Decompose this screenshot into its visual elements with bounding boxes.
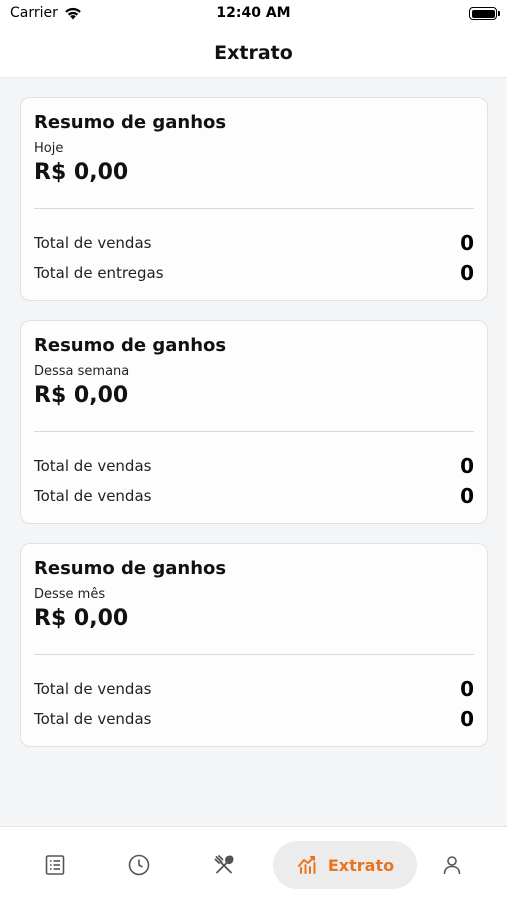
row-label: Total de vendas — [34, 680, 152, 698]
card-period: Hoje — [34, 141, 64, 156]
summary-list: Resumo de ganhos Hoje R$ 0,00 Total de v… — [20, 97, 488, 766]
nav-header: Extrato — [0, 28, 507, 78]
tab-history[interactable] — [115, 841, 163, 889]
row-value: 0 — [460, 231, 474, 255]
card-row: Total de vendas 0 — [34, 677, 474, 701]
row-label: Total de vendas — [34, 234, 152, 252]
card-title: Resumo de ganhos — [34, 112, 227, 133]
tab-statement[interactable]: Extrato — [273, 841, 417, 889]
card-amount: R$ 0,00 — [34, 606, 129, 631]
card-title: Resumo de ganhos — [34, 335, 227, 356]
card-row: Total de vendas 0 — [34, 707, 474, 731]
list-icon — [45, 855, 65, 875]
user-icon — [443, 856, 461, 875]
tab-profile[interactable] — [428, 841, 476, 889]
card-divider — [34, 431, 474, 432]
card-period: Dessa semana — [34, 364, 130, 379]
tab-label: Extrato — [327, 855, 395, 875]
card-row: Total de entregas 0 — [34, 261, 474, 285]
card-divider — [34, 208, 474, 209]
row-value: 0 — [460, 454, 474, 478]
card-divider — [34, 654, 474, 655]
utensils-icon — [214, 855, 234, 874]
row-label: Total de vendas — [34, 457, 152, 475]
status-time: 12:40 AM — [216, 5, 291, 21]
summary-card-month: Resumo de ganhos Desse mês R$ 0,00 Total… — [20, 543, 488, 747]
card-period: Desse mês — [34, 587, 106, 602]
tab-menu[interactable] — [200, 841, 248, 889]
card-title: Resumo de ganhos — [34, 558, 227, 579]
summary-card-week: Resumo de ganhos Dessa semana R$ 0,00 To… — [20, 320, 488, 524]
row-value: 0 — [460, 484, 474, 508]
summary-card-today: Resumo de ganhos Hoje R$ 0,00 Total de v… — [20, 97, 488, 301]
row-value: 0 — [460, 261, 474, 285]
status-bar: Carrier 12:40 AM — [0, 0, 507, 28]
chart-icon — [297, 856, 316, 874]
tab-orders[interactable] — [31, 841, 79, 889]
card-row: Total de vendas 0 — [34, 454, 474, 478]
tab-bar: Extrato — [0, 826, 507, 900]
row-label: Total de entregas — [34, 264, 164, 282]
row-label: Total de vendas — [34, 487, 152, 505]
clock-icon — [128, 854, 150, 876]
row-value: 0 — [460, 677, 474, 701]
row-label: Total de vendas — [34, 710, 152, 728]
page-title: Extrato — [214, 41, 293, 64]
card-amount: R$ 0,00 — [34, 160, 129, 185]
card-amount: R$ 0,00 — [34, 383, 129, 408]
card-row: Total de vendas 0 — [34, 484, 474, 508]
row-value: 0 — [460, 707, 474, 731]
battery-icon — [469, 7, 500, 20]
card-row: Total de vendas 0 — [34, 231, 474, 255]
